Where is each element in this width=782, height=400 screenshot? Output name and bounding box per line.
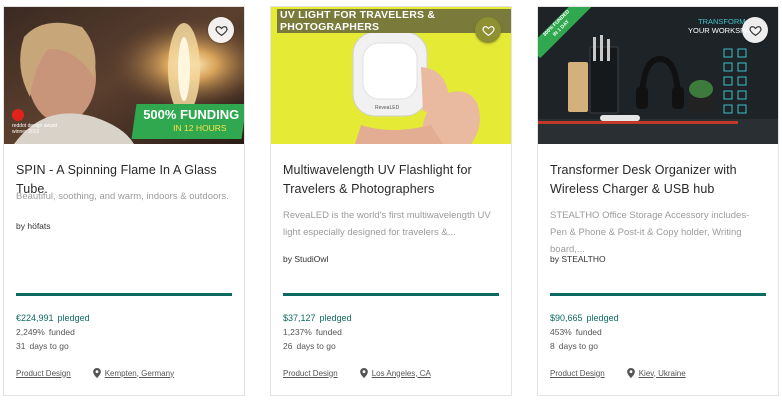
creator-byline: by STEALTHO	[550, 254, 606, 264]
days-label: days to go	[29, 341, 69, 351]
creator-prefix: by	[16, 221, 25, 231]
pledged-stat: $37,127 pledged	[283, 313, 352, 323]
pledged-label: pledged	[586, 313, 619, 323]
days-value: 8	[550, 341, 555, 351]
project-title[interactable]: Multiwavelength UV Flashlight for Travel…	[283, 161, 499, 199]
project-card[interactable]: UV LIGHT FOR TRAVELERS & PHOTOGRAPHERS R…	[270, 6, 512, 396]
funding-progress-bar	[283, 293, 499, 296]
pledged-amount: $37,127	[283, 313, 316, 323]
card-footer: Product Design Kempten, Germany	[16, 368, 174, 378]
heart-outline-icon	[481, 25, 495, 36]
creator-name[interactable]: StudiOwl	[294, 254, 328, 264]
funded-percent: 1,237%	[283, 327, 312, 337]
days-label: days to go	[296, 341, 336, 351]
funding-progress-bar	[550, 293, 766, 296]
funding-progress-bar	[16, 293, 232, 296]
project-card[interactable]: 300% FUNDED IN 1 DAY TRANSFORM YOUR WORK…	[537, 6, 779, 396]
favorite-button[interactable]	[742, 17, 768, 43]
favorite-button[interactable]	[475, 17, 501, 43]
card-footer: Product Design Los Angeles, CA	[283, 368, 431, 378]
location-link[interactable]: Los Angeles, CA	[372, 369, 431, 378]
award-badge: reddot design award winner 2019	[12, 109, 58, 135]
days-label: days to go	[558, 341, 598, 351]
funded-stat: 2,249% funded	[16, 327, 75, 337]
funding-banner: 500% FUNDING IN 12 HOURS	[131, 104, 244, 139]
pledged-stat: $90,665 pledged	[550, 313, 619, 323]
category-link[interactable]: Product Design	[283, 369, 338, 378]
funded-stat: 1,237% funded	[283, 327, 342, 337]
map-pin-icon	[92, 368, 101, 378]
category-link[interactable]: Product Design	[16, 369, 71, 378]
project-description: Beautiful, soothing, and warm, indoors &…	[16, 191, 229, 202]
days-to-go-stat: 31 days to go	[16, 341, 69, 351]
days-to-go-stat: 26 days to go	[283, 341, 336, 351]
funded-label: funded	[315, 327, 342, 337]
pledged-stat: €224,991 pledged	[16, 313, 90, 323]
days-value: 31	[16, 341, 26, 351]
pledged-label: pledged	[319, 313, 352, 323]
funded-percent: 2,249%	[16, 327, 45, 337]
progress-fill	[550, 293, 766, 296]
category-link[interactable]: Product Design	[550, 369, 605, 378]
days-to-go-stat: 8 days to go	[550, 341, 598, 351]
pledged-label: pledged	[57, 313, 90, 323]
creator-prefix: by	[283, 254, 292, 264]
progress-fill	[16, 293, 232, 296]
creator-byline: by StudiOwl	[283, 254, 328, 264]
project-image[interactable]: UV LIGHT FOR TRAVELERS & PHOTOGRAPHERS R…	[271, 7, 511, 144]
device-label: ReveaLED	[375, 105, 400, 111]
funded-stat: 453% funded	[550, 327, 602, 337]
location-link[interactable]: Kiev, Ukraine	[639, 369, 686, 378]
heart-outline-icon	[214, 25, 228, 36]
project-card[interactable]: reddot design award winner 2019 500% FUN…	[3, 6, 245, 396]
days-value: 26	[283, 341, 293, 351]
creator-prefix: by	[550, 254, 559, 264]
project-title[interactable]: Transformer Desk Organizer with Wireless…	[550, 161, 766, 199]
favorite-button[interactable]	[208, 17, 234, 43]
funded-label: funded	[48, 327, 75, 337]
project-image[interactable]: 300% FUNDED IN 1 DAY TRANSFORM YOUR WORK…	[538, 7, 778, 144]
map-pin-icon	[626, 368, 635, 378]
pledged-amount: €224,991	[16, 313, 54, 323]
card-footer: Product Design Kiev, Ukraine	[550, 368, 686, 378]
location-link[interactable]: Kempten, Germany	[105, 369, 174, 378]
project-description: ReveaLED is the world's first multiwavel…	[283, 210, 491, 238]
project-description: STEALTHO Office Storage Accessory includ…	[550, 210, 750, 255]
pledged-amount: $90,665	[550, 313, 583, 323]
project-image[interactable]: reddot design award winner 2019 500% FUN…	[4, 7, 244, 144]
progress-fill	[283, 293, 499, 296]
creator-name[interactable]: höfats	[27, 221, 50, 231]
creator-name[interactable]: STEALTHO	[561, 254, 605, 264]
funded-percent: 453%	[550, 327, 572, 337]
creator-byline: by höfats	[16, 221, 51, 231]
map-pin-icon	[359, 368, 368, 378]
heart-outline-icon	[748, 25, 762, 36]
funded-label: funded	[575, 327, 602, 337]
